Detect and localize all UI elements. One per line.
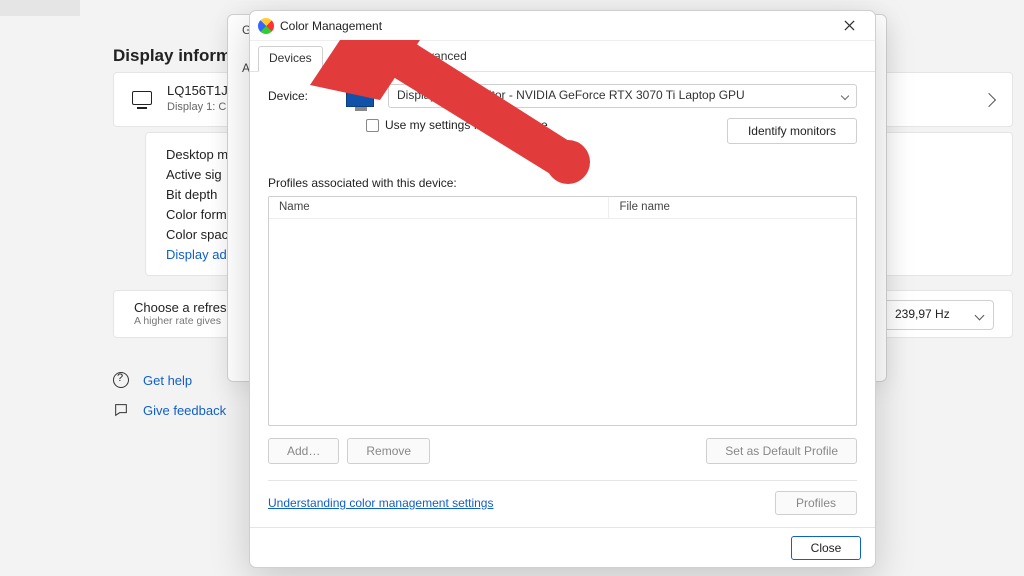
profiles-listview[interactable]: Name File name	[268, 196, 857, 426]
help-icon	[113, 372, 129, 388]
monitor-icon	[346, 85, 374, 107]
color-wheel-icon	[258, 18, 274, 34]
monitor-icon	[132, 91, 152, 105]
dialog-tabs: Devices All Profiles Advanced	[250, 41, 875, 72]
get-help-link[interactable]: Get help	[143, 373, 192, 388]
remove-button[interactable]: Remove	[347, 438, 430, 464]
refresh-rate-value: 239,97 Hz	[895, 307, 950, 321]
close-button[interactable]: Close	[791, 536, 861, 560]
chevron-up-icon	[982, 93, 996, 107]
give-feedback-row[interactable]: Give feedback	[113, 402, 226, 418]
bg-stripe	[0, 0, 80, 16]
profile-buttons: Add… Remove Set as Default Profile	[268, 438, 857, 464]
feedback-icon	[113, 402, 129, 418]
display-sub: Display 1: C	[167, 101, 226, 113]
set-default-button[interactable]: Set as Default Profile	[706, 438, 857, 464]
device-row: Device: Display PnP Monitor - NVIDIA GeF…	[268, 84, 857, 108]
profiles-associated-label: Profiles associated with this device:	[268, 176, 857, 190]
listview-header: Name File name	[269, 197, 856, 219]
refresh-rate-dropdown[interactable]: 239,97 Hz	[884, 300, 994, 330]
add-button[interactable]: Add…	[268, 438, 339, 464]
link-row: Understanding color management settings …	[268, 491, 857, 515]
column-file[interactable]: File name	[609, 197, 856, 218]
chevron-down-icon	[841, 92, 849, 100]
tab-devices[interactable]: Devices	[258, 46, 323, 72]
window-title: Color Management	[280, 19, 382, 33]
divider	[268, 480, 857, 481]
profiles-button[interactable]: Profiles	[775, 491, 857, 515]
dialog-footer: Close	[250, 527, 875, 567]
column-name[interactable]: Name	[269, 197, 609, 218]
titlebar: Color Management	[250, 11, 875, 41]
get-help-row[interactable]: Get help	[113, 372, 192, 388]
tab-all-profiles[interactable]: All Profiles	[325, 45, 402, 71]
use-my-settings-checkbox[interactable]	[366, 119, 379, 132]
understanding-link[interactable]: Understanding color management settings	[268, 496, 493, 510]
give-feedback-link[interactable]: Give feedback	[143, 403, 226, 418]
use-my-settings-label: Use my settings for this device	[385, 118, 548, 132]
chevron-down-icon	[975, 311, 985, 321]
close-icon[interactable]	[831, 11, 867, 40]
color-management-dialog: Color Management Devices All Profiles Ad…	[249, 10, 876, 568]
identify-monitors-button[interactable]: Identify monitors	[727, 118, 857, 144]
device-label: Device:	[268, 89, 332, 103]
tab-advanced[interactable]: Advanced	[403, 45, 476, 71]
dialog-body: Device: Display PnP Monitor - NVIDIA GeF…	[250, 72, 875, 527]
device-dropdown[interactable]: Display PnP Monitor - NVIDIA GeForce RTX…	[388, 84, 857, 108]
device-value: Display PnP Monitor - NVIDIA GeForce RTX…	[397, 88, 745, 102]
